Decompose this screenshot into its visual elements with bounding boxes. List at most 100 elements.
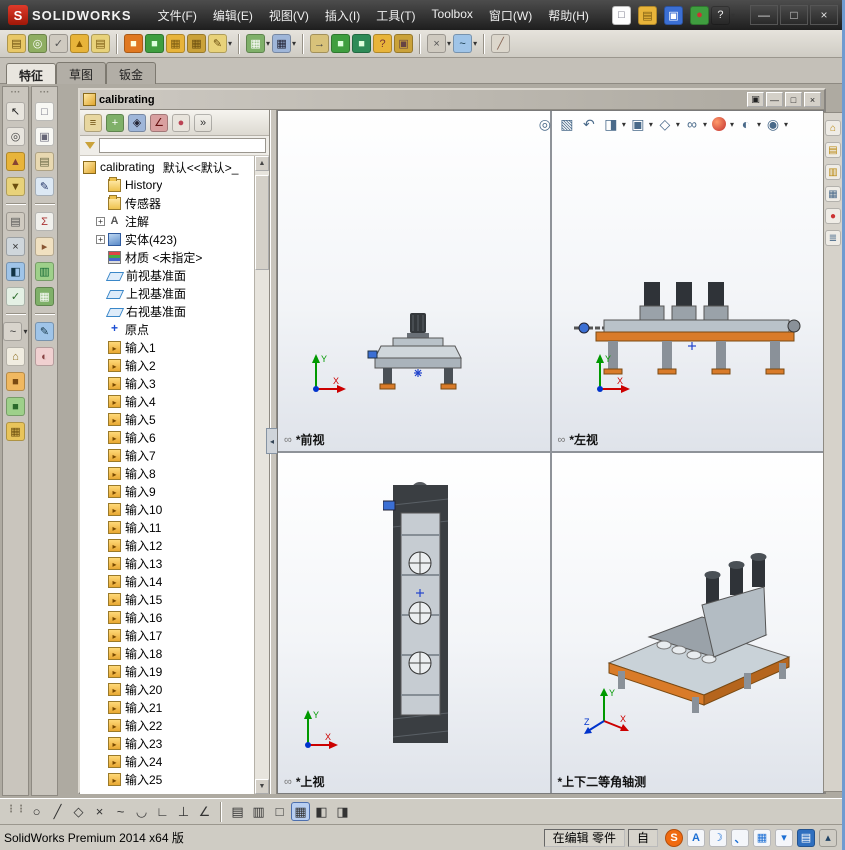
toolbar-grip[interactable]: ··· bbox=[11, 88, 21, 98]
tree-scrollbar[interactable]: ▲ ▼ bbox=[254, 156, 269, 794]
tree-item[interactable]: 输入2 bbox=[80, 356, 254, 374]
lock-reference-icon[interactable]: ▣ bbox=[394, 34, 414, 53]
edit-appearance-icon-dropdown[interactable]: ▾ bbox=[730, 120, 734, 129]
polygon-tool-icon[interactable]: ◇ bbox=[69, 802, 88, 821]
open-document-icon[interactable]: ▤ bbox=[637, 5, 657, 25]
tree-item[interactable]: 输入11 bbox=[80, 518, 254, 536]
paint-appearance-icon[interactable]: ◧ bbox=[6, 262, 25, 281]
doc-restore-button[interactable]: ▣ bbox=[747, 92, 764, 107]
tray-up-arrow-icon[interactable]: ▴ bbox=[819, 828, 837, 847]
tree-item[interactable]: 输入14 bbox=[80, 572, 254, 590]
menu-Toolbox[interactable]: Toolbox bbox=[424, 3, 481, 28]
tree-item[interactable]: 输入7 bbox=[80, 446, 254, 464]
hide-show-items-icon-dropdown[interactable]: ▾ bbox=[703, 120, 707, 129]
display-style-icon[interactable]: ◇ bbox=[655, 114, 675, 134]
view-orientation-icon[interactable]: ▣ bbox=[628, 114, 648, 134]
menu-帮助[interactable]: 帮助(H) bbox=[540, 3, 597, 28]
dimxpertmanager-tab[interactable]: ∠ bbox=[150, 113, 168, 132]
touch-keyboard-icon[interactable]: ▤ bbox=[797, 828, 815, 847]
export-iges-icon[interactable]: ■ bbox=[352, 34, 372, 53]
app-maximize-button[interactable]: □ bbox=[780, 5, 808, 25]
menu-文件[interactable]: 文件(F) bbox=[150, 3, 205, 28]
tree-item[interactable]: 输入12 bbox=[80, 536, 254, 554]
help-icon-dropdown[interactable]: ▾ bbox=[731, 11, 735, 20]
pattern-gold-icon[interactable]: ▦ bbox=[6, 422, 25, 441]
import-icon[interactable]: → bbox=[310, 34, 330, 53]
tree-item[interactable]: 传感器 bbox=[80, 194, 254, 212]
spline-tool-icon[interactable]: ~ bbox=[111, 802, 130, 821]
apply-scene-icon-dropdown[interactable]: ▾ bbox=[757, 120, 761, 129]
filter-tree-icon[interactable]: ▼ bbox=[6, 177, 25, 196]
doc-minimize-button[interactable]: — bbox=[766, 92, 783, 107]
tab-sketch[interactable]: 草图 bbox=[56, 62, 107, 86]
four-viewport-icon[interactable]: ▦ bbox=[291, 802, 310, 821]
blue-brush-icon[interactable]: ✎ bbox=[35, 322, 54, 341]
tree-item[interactable]: 输入21 bbox=[80, 698, 254, 716]
alert-bell-icon[interactable]: ▲ bbox=[70, 34, 89, 53]
sheet-copy-icon[interactable]: ▣ bbox=[35, 127, 54, 146]
tree-item[interactable]: History bbox=[80, 176, 254, 194]
clipboard-icon[interactable]: ▤ bbox=[35, 152, 54, 171]
menu-视图[interactable]: 视图(V) bbox=[261, 3, 317, 28]
tree-item[interactable]: 输入8 bbox=[80, 464, 254, 482]
tree-item[interactable]: 右视基准面 bbox=[80, 302, 254, 320]
green-book2-icon[interactable]: ▦ bbox=[35, 287, 54, 306]
check-model-icon[interactable]: ? bbox=[373, 34, 393, 53]
pattern-grid-icon-dropdown[interactable]: ▾ bbox=[266, 39, 270, 48]
line-tool-icon[interactable]: ╱ bbox=[48, 802, 67, 821]
previous-view-icon[interactable]: ↶ bbox=[579, 114, 599, 134]
open-document-icon-dropdown[interactable]: ▾ bbox=[658, 11, 662, 20]
document-titlebar[interactable]: calibrating ▣ — □ × bbox=[80, 90, 824, 110]
toolbox-part-4-icon[interactable]: ▦ bbox=[187, 34, 206, 53]
tree-expander[interactable]: + bbox=[96, 216, 105, 226]
tree-expander[interactable]: + bbox=[96, 234, 105, 244]
edit-appearance-icon[interactable]: ● bbox=[711, 117, 726, 131]
edit-definition-icon[interactable]: ✎ bbox=[208, 34, 227, 53]
fm-tabs-overflow-button[interactable]: » bbox=[194, 113, 212, 132]
scroll-track[interactable] bbox=[255, 171, 269, 779]
trim-entities-icon[interactable]: × bbox=[90, 802, 109, 821]
tree-item[interactable]: 输入18 bbox=[80, 644, 254, 662]
alert-icon[interactable]: ▲ bbox=[6, 152, 25, 171]
print-preview-icon[interactable]: ◎ bbox=[28, 34, 47, 53]
tree-item[interactable]: 输入10 bbox=[80, 500, 254, 518]
app-minimize-button[interactable]: — bbox=[750, 5, 778, 25]
viewport-top[interactable]: Y X ∞ *上视 bbox=[278, 453, 550, 793]
sogou-pinyin-icon[interactable]: S bbox=[665, 828, 683, 847]
home-view-icon[interactable]: ⌂ bbox=[6, 347, 25, 366]
tree-item[interactable]: 输入1 bbox=[80, 338, 254, 356]
help-icon[interactable]: ? bbox=[710, 5, 730, 25]
tree-item[interactable]: 输入22 bbox=[80, 716, 254, 734]
view-settings-icon-dropdown[interactable]: ▾ bbox=[784, 120, 788, 129]
new-document-icon-dropdown[interactable]: ▾ bbox=[632, 11, 636, 20]
tree-root-item[interactable]: calibrating 默认<<默认>_ bbox=[80, 158, 254, 176]
tree-item[interactable]: 输入23 bbox=[80, 734, 254, 752]
tree-item[interactable]: 输入19 bbox=[80, 662, 254, 680]
menu-窗口[interactable]: 窗口(W) bbox=[481, 3, 540, 28]
select-cursor-icon[interactable]: ↖ bbox=[6, 102, 25, 121]
app-close-button[interactable]: × bbox=[810, 5, 838, 25]
smart-dimension-icon[interactable]: ∠ bbox=[195, 802, 214, 821]
edit-definition-icon-dropdown[interactable]: ▾ bbox=[228, 39, 232, 48]
cut-sketch-icon[interactable]: × bbox=[6, 237, 25, 256]
options-icon[interactable]: × bbox=[427, 34, 447, 53]
circle-tool-icon[interactable]: ○ bbox=[27, 802, 46, 821]
view-settings-icon[interactable]: ◉ bbox=[763, 114, 783, 134]
magnet-snap-icon[interactable]: ~ bbox=[3, 322, 23, 341]
layers-icon[interactable]: ▤ bbox=[6, 212, 25, 231]
edit-note-icon[interactable]: ✎ bbox=[35, 177, 54, 196]
arc-tool-icon[interactable]: ◡ bbox=[132, 802, 151, 821]
doc-maximize-button[interactable]: □ bbox=[785, 92, 802, 107]
tree-item[interactable]: 输入25 bbox=[80, 770, 254, 788]
tree-item[interactable]: 输入6 bbox=[80, 428, 254, 446]
orange-part-icon[interactable]: ■ bbox=[6, 372, 25, 391]
options-icon-dropdown[interactable]: ▾ bbox=[447, 39, 451, 48]
tree-item[interactable]: + 注解 bbox=[80, 212, 254, 230]
sheet-icon[interactable]: □ bbox=[35, 102, 54, 121]
bookmark-icon[interactable]: ▸ bbox=[35, 237, 54, 256]
toolbox-part-2-icon[interactable]: ■ bbox=[145, 34, 164, 53]
viewport-front[interactable]: Y X ∞ *前视 bbox=[278, 111, 550, 451]
tree-item[interactable]: 输入16 bbox=[80, 608, 254, 626]
toolbox-part-1-icon[interactable]: ■ bbox=[124, 34, 143, 53]
spline-tools-icon[interactable]: ~ bbox=[453, 34, 473, 53]
